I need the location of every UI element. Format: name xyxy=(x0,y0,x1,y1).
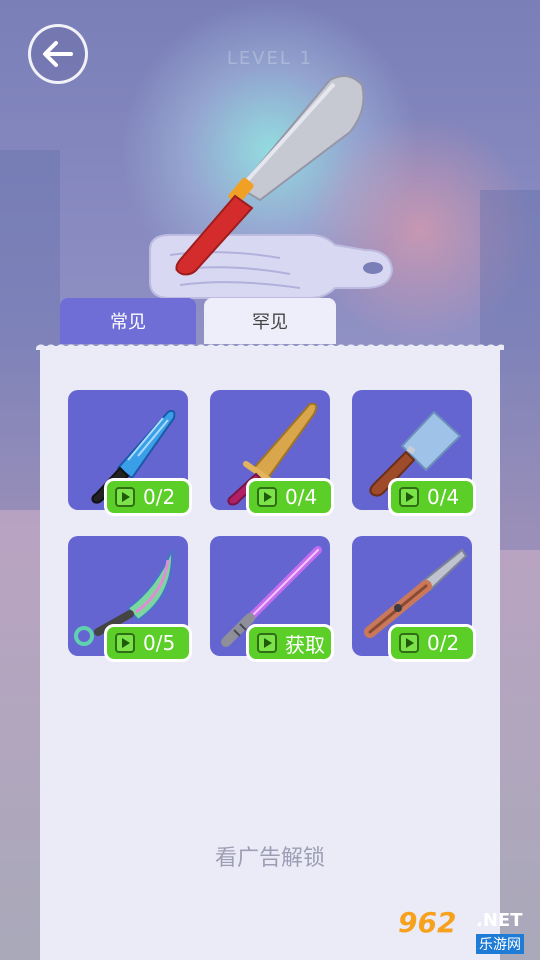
play-video-icon xyxy=(399,487,419,507)
site-watermark: 962 .NET 乐游网 xyxy=(398,906,534,956)
arrow-left-icon xyxy=(43,41,73,67)
progress-count: 0/4 xyxy=(427,485,460,509)
progress-count: 0/2 xyxy=(427,631,460,655)
knife-card-2[interactable]: 0/4 xyxy=(210,390,334,516)
knife-card-6[interactable]: 0/2 xyxy=(352,536,476,662)
knife-preview xyxy=(149,75,394,299)
play-video-icon xyxy=(115,633,135,653)
watermark-site: 乐游网 xyxy=(476,934,524,954)
progress-count: 0/2 xyxy=(143,485,176,509)
play-video-icon xyxy=(399,633,419,653)
knife-card-5[interactable]: 获取 xyxy=(210,536,334,662)
progress-badge[interactable]: 0/4 xyxy=(246,478,334,516)
progress-badge[interactable]: 0/2 xyxy=(388,624,476,662)
progress-badge[interactable]: 获取 xyxy=(246,624,334,662)
unlock-hint-text: 看广告解锁 xyxy=(214,846,325,871)
knife-card-4[interactable]: 0/5 xyxy=(68,536,192,662)
knife-card-3[interactable]: 0/4 xyxy=(352,390,476,516)
progress-badge[interactable]: 0/2 xyxy=(104,478,192,516)
progress-badge[interactable]: 0/4 xyxy=(388,478,476,516)
progress-badge[interactable]: 0/5 xyxy=(104,624,192,662)
watermark-number: 962 xyxy=(398,906,457,939)
watermark-suffix: .NET xyxy=(476,910,523,931)
play-video-icon xyxy=(115,487,135,507)
panel-fringe xyxy=(36,336,504,350)
progress-count: 0/4 xyxy=(285,485,318,509)
play-video-icon xyxy=(257,487,277,507)
play-video-icon xyxy=(257,633,277,653)
progress-count: 0/5 xyxy=(143,631,176,655)
knife-card-1[interactable]: 0/2 xyxy=(68,390,192,516)
back-button[interactable] xyxy=(28,24,88,84)
progress-count: 获取 xyxy=(285,632,325,657)
